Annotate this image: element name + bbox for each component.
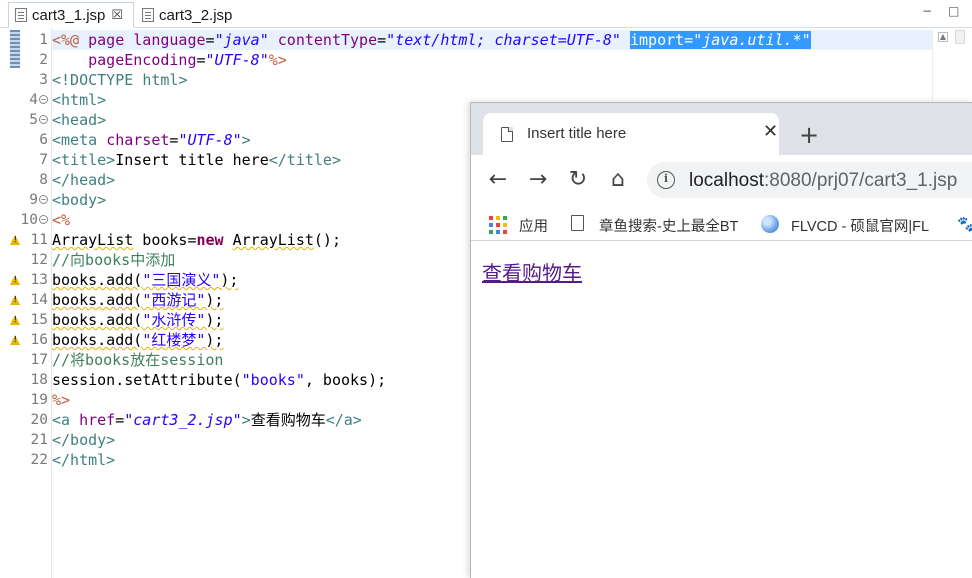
new-tab-button[interactable]: + (799, 123, 819, 147)
warning-icon[interactable] (10, 275, 20, 285)
code-line[interactable]: </head> (52, 170, 115, 190)
paw-icon[interactable]: 🐾 (957, 216, 972, 232)
back-icon[interactable]: ← (485, 167, 511, 193)
line-number: 6 (39, 132, 48, 148)
code-line[interactable]: pageEncoding="UTF-8"%> (52, 50, 287, 70)
code-line[interactable]: </html> (52, 450, 115, 470)
tab-cart3-1[interactable]: cart3_1.jsp ☒ (8, 2, 134, 28)
warning-icon[interactable] (10, 235, 20, 245)
address-bar[interactable]: i localhost:8080/prj07/cart3_1.jsp (647, 162, 972, 198)
fold-collapse-icon[interactable]: − (39, 95, 48, 104)
browser-window: Insert title here ✕ + ← → ↻ ⌂ i localhos… (470, 102, 972, 578)
warning-icon[interactable] (10, 295, 20, 305)
code-line[interactable]: <head> (52, 110, 106, 130)
line-number: 10− (8, 210, 48, 230)
code-line[interactable]: </body> (52, 430, 115, 450)
code-line[interactable]: ArrayList books=new ArrayList(); (52, 230, 341, 250)
code-line[interactable]: <%@ page language="java" contentType="te… (52, 30, 811, 50)
reload-icon[interactable]: ↻ (565, 167, 591, 193)
view-cart-link[interactable]: 查看购物车 (482, 257, 582, 286)
line-number: 5− (8, 110, 48, 130)
line-number: 3 (39, 72, 48, 88)
code-line[interactable]: books.add("三国演义"); (52, 270, 238, 290)
code-line[interactable]: books.add("红楼梦"); (52, 330, 223, 350)
code-line[interactable]: <title>Insert title here</title> (52, 150, 341, 170)
line-number: 22 (30, 452, 48, 468)
browser-toolbar: ← → ↻ ⌂ i localhost:8080/prj07/cart3_1.j… (471, 155, 972, 207)
code-line[interactable]: %> (52, 390, 70, 410)
browser-tab-strip: Insert title here ✕ + (471, 103, 972, 155)
warning-icon[interactable] (10, 335, 20, 345)
code-line[interactable]: <% (52, 210, 70, 230)
line-number: 19 (30, 392, 48, 408)
line-number: 11 (8, 230, 48, 250)
fold-collapse-icon[interactable]: − (39, 215, 48, 224)
globe-icon (761, 215, 779, 233)
line-number: 4− (8, 90, 48, 110)
fold-collapse-icon[interactable]: − (39, 115, 48, 124)
overview-ruler-marker[interactable] (955, 30, 965, 44)
line-number: 9− (8, 190, 48, 210)
line-number: 2 (39, 52, 48, 68)
code-line[interactable]: session.setAttribute("books", books); (52, 370, 386, 390)
line-number: 20 (30, 412, 48, 428)
line-number: 14 (8, 290, 48, 310)
fold-collapse-icon[interactable]: − (39, 195, 48, 204)
editor-tab-bar: cart3_1.jsp ☒ cart3_2.jsp − □ (0, 0, 972, 28)
bookmark-item[interactable]: 章鱼搜索-史上最全BT (599, 215, 741, 236)
browser-tab[interactable]: Insert title here ✕ (483, 113, 779, 155)
bookmark-item[interactable]: FLVCD - 硕鼠官网|FL (791, 215, 933, 236)
line-number: 7 (39, 152, 48, 168)
minimize-button[interactable]: − (922, 4, 932, 18)
jsp-file-icon (15, 8, 27, 22)
bookmark-apps[interactable]: 应用 (519, 215, 548, 236)
code-line[interactable]: //将books放在session (52, 350, 223, 370)
code-line[interactable]: <!DOCTYPE html> (52, 70, 187, 90)
page-content: 查看购物车 (471, 242, 972, 578)
tab-label: cart3_1.jsp (32, 6, 106, 24)
scroll-up-icon[interactable]: ▲ (938, 32, 948, 42)
code-line[interactable]: <a href="cart3_2.jsp">查看购物车</a> (52, 410, 362, 430)
line-number: 17 (30, 352, 48, 368)
code-line[interactable]: <body> (52, 190, 106, 210)
line-number: 18 (30, 372, 48, 388)
selected-text: "java.util.*" (693, 31, 811, 49)
close-tab-icon[interactable]: ✕ (763, 122, 778, 142)
line-number: 12 (30, 252, 48, 268)
site-info-icon[interactable]: i (657, 171, 675, 189)
selected-text: import= (630, 31, 694, 49)
code-line[interactable]: //向books中添加 (52, 250, 175, 270)
tab-label: cart3_2.jsp (159, 6, 233, 24)
home-icon[interactable]: ⌂ (605, 167, 631, 193)
bookmarks-bar: 应用 章鱼搜索-史上最全BT FLVCD - 硕鼠官网|FL 🐾 (471, 207, 972, 241)
jsp-file-icon (142, 8, 154, 22)
close-tab-icon[interactable]: ☒ (111, 7, 123, 23)
forward-icon[interactable]: → (525, 167, 551, 193)
maximize-button[interactable]: □ (948, 4, 959, 18)
code-line[interactable]: <meta charset="UTF-8"> (52, 130, 251, 150)
browser-tab-title: Insert title here (527, 125, 627, 142)
warning-icon[interactable] (10, 315, 20, 325)
page-icon (571, 215, 584, 231)
line-number: 15 (8, 310, 48, 330)
line-number: 16 (8, 330, 48, 350)
tab-cart3-2[interactable]: cart3_2.jsp (136, 2, 248, 28)
url-text[interactable]: localhost:8080/prj07/cart3_1.jsp (689, 170, 957, 192)
line-number: 21 (30, 432, 48, 448)
code-line[interactable]: <html> (52, 90, 106, 110)
code-line[interactable]: books.add("西游记"); (52, 290, 223, 310)
line-number: 8 (39, 172, 48, 188)
line-number-gutter: 1 2 3 4− 5− 6 7 8 9− 10− 11 12 13 14 15 … (8, 28, 52, 578)
code-line[interactable]: books.add("水浒传"); (52, 310, 223, 330)
apps-grid-icon[interactable] (489, 216, 507, 234)
line-number: 13 (8, 270, 48, 290)
page-icon (501, 127, 513, 142)
line-number: 1 (39, 32, 48, 48)
